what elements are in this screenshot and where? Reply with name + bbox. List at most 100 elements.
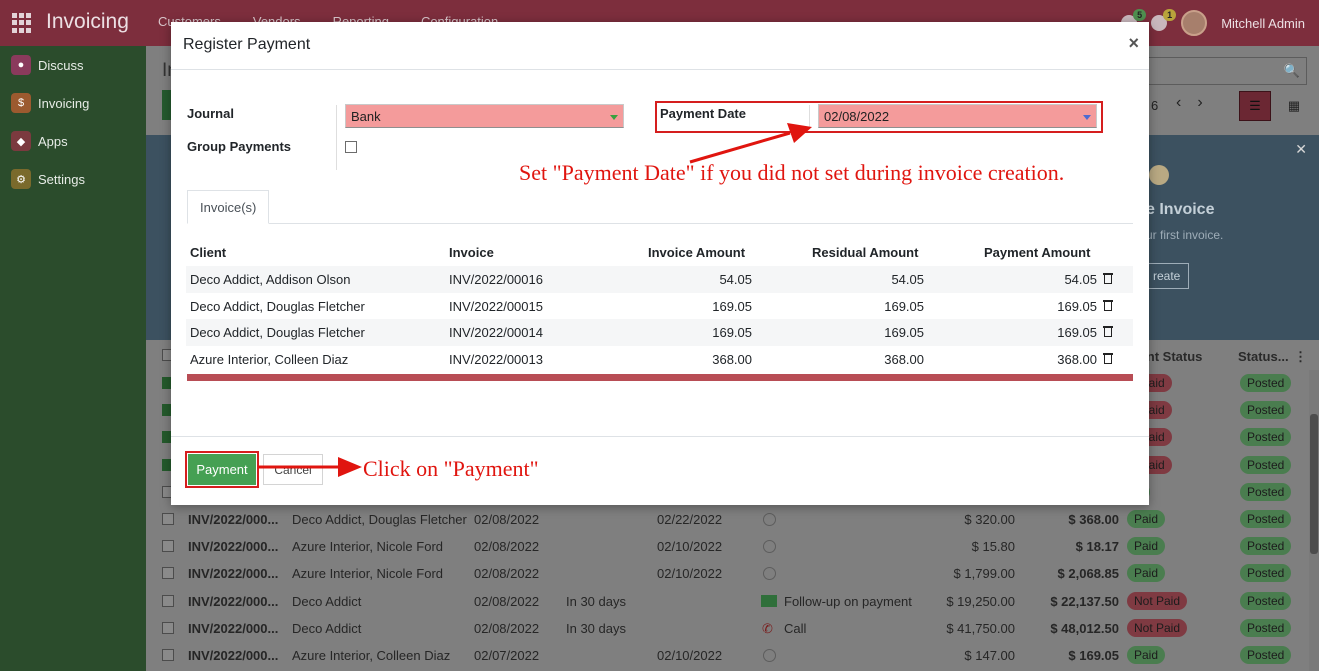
invoice-amount-cell: 169.05 bbox=[712, 325, 752, 341]
helper-create-button[interactable]: reate bbox=[1146, 263, 1189, 289]
column-invoice-amount[interactable]: Invoice Amount bbox=[648, 245, 745, 260]
payment-date-input[interactable]: 02/08/2022 bbox=[818, 104, 1097, 128]
trash-icon[interactable] bbox=[1103, 352, 1113, 365]
scrollbar-thumb[interactable] bbox=[1310, 414, 1318, 554]
total-amount: $ 48,012.50 bbox=[1050, 620, 1119, 636]
helper-subtitle: ur first invoice. bbox=[1146, 228, 1224, 242]
activities-icon[interactable]: 1 bbox=[1151, 9, 1177, 31]
chat-icon: ● bbox=[11, 55, 31, 75]
avatar[interactable] bbox=[1181, 10, 1208, 36]
status-badge: Posted bbox=[1240, 374, 1292, 392]
total-amount: $ 22,137.50 bbox=[1050, 593, 1119, 609]
clock-icon[interactable] bbox=[763, 567, 776, 581]
table-row[interactable]: Azure Interior, Colleen Diaz INV/2022/000… bbox=[186, 346, 1133, 373]
payment-status-badge: Not Paid bbox=[1127, 618, 1188, 637]
table-row[interactable]: INV/2022/000... Azure Interior, Nicole Fo… bbox=[146, 533, 1319, 560]
table-row[interactable]: Deco Addict, Addison Olson INV/2022/00016… bbox=[186, 266, 1133, 293]
payment-amount-cell[interactable]: 169.05 bbox=[1057, 299, 1097, 314]
column-status[interactable]: Status... bbox=[1238, 349, 1289, 364]
sidebar-item-apps[interactable]: ◆ Apps bbox=[0, 122, 146, 160]
column-client[interactable]: Client bbox=[190, 245, 226, 260]
status-badge: Posted bbox=[1240, 646, 1292, 664]
chevron-right-icon[interactable]: › bbox=[1197, 94, 1202, 112]
clock-icon[interactable] bbox=[763, 540, 776, 554]
journal-value: Bank bbox=[351, 109, 381, 124]
table-row[interactable]: INV/2022/000... Azure Interior, Colleen D… bbox=[146, 642, 1319, 669]
sidebar-item-discuss[interactable]: ● Discuss bbox=[0, 46, 146, 84]
total-amount: $ 2,068.85 bbox=[1057, 566, 1119, 582]
payment-annotation: Click on "Payment" bbox=[363, 456, 539, 481]
table-row[interactable]: Deco Addict, Douglas Fletcher INV/2022/00… bbox=[186, 293, 1133, 320]
row-checkbox[interactable] bbox=[162, 594, 174, 607]
invoice-number: INV/2022/000... bbox=[188, 593, 279, 609]
column-residual-amount[interactable]: Residual Amount bbox=[812, 245, 918, 260]
scrollbar[interactable] bbox=[1309, 370, 1319, 671]
invoice-number: INV/2022/000... bbox=[188, 566, 279, 582]
activity: Follow-up on payment bbox=[784, 593, 912, 609]
table-row[interactable]: INV/2022/000... Deco Addict 02/08/2022 In 3… bbox=[146, 588, 1319, 615]
cancel-button[interactable]: Cancel bbox=[263, 454, 323, 485]
trash-icon[interactable] bbox=[1103, 299, 1113, 311]
helper-title: e Invoice bbox=[1146, 201, 1215, 218]
client-cell: Deco Addict, Addison Olson bbox=[190, 272, 351, 287]
close-icon[interactable]: × bbox=[1128, 33, 1139, 54]
tab-invoices[interactable]: Invoice(s) bbox=[187, 190, 269, 224]
payment-date-value: 02/08/2022 bbox=[824, 109, 890, 124]
due-date: 02/10/2022 bbox=[657, 539, 723, 555]
row-checkbox[interactable] bbox=[162, 649, 174, 661]
invoice-date: 02/08/2022 bbox=[474, 593, 540, 609]
close-icon[interactable]: ✕ bbox=[1295, 141, 1307, 158]
payment-amount-cell[interactable]: 54.05 bbox=[1064, 272, 1097, 287]
clock-icon[interactable] bbox=[763, 649, 776, 662]
column-payment-amount[interactable]: Payment Amount bbox=[984, 245, 1090, 260]
sidebar: ● Discuss $ Invoicing ◆ Apps ⚙ Settings bbox=[0, 46, 146, 671]
invoice-cell: INV/2022/00015 bbox=[449, 298, 543, 314]
user-name[interactable]: Mitchell Admin bbox=[1221, 16, 1305, 31]
customer: Deco Addict bbox=[292, 593, 362, 609]
table-row[interactable]: INV/2022/000... Azure Interior, Nicole Fo… bbox=[146, 560, 1319, 587]
journal-select[interactable]: Bank bbox=[345, 104, 624, 128]
total-amount: $ 18.17 bbox=[1075, 539, 1119, 555]
register-payment-dialog: Register Payment × Journal Group Payment… bbox=[171, 22, 1149, 505]
status-badge: Posted bbox=[1240, 482, 1292, 501]
search-icon[interactable]: 🔍 bbox=[1284, 63, 1300, 79]
pager-value[interactable]: 6 bbox=[1151, 98, 1158, 113]
group-payments-checkbox[interactable] bbox=[345, 141, 357, 153]
chevron-down-icon bbox=[1083, 115, 1091, 120]
payment-amount-cell[interactable]: 169.05 bbox=[1057, 325, 1097, 340]
list-view-button[interactable]: ☰ bbox=[1239, 91, 1271, 121]
payment-status-badge: Paid bbox=[1127, 646, 1166, 664]
table-row[interactable]: Deco Addict, Douglas Fletcher INV/2022/00… bbox=[186, 319, 1133, 347]
client-cell: Deco Addict, Douglas Fletcher bbox=[190, 325, 365, 341]
field-divider bbox=[809, 105, 810, 129]
chevron-left-icon[interactable]: ‹ bbox=[1176, 94, 1181, 112]
app-brand[interactable]: Invoicing bbox=[46, 10, 129, 34]
table-row[interactable]: INV/2022/000... Deco Addict 02/08/2022 In 3… bbox=[146, 615, 1319, 642]
status-badge: Posted bbox=[1240, 455, 1292, 474]
clock-icon[interactable] bbox=[763, 513, 776, 526]
phone-icon[interactable]: ✆ bbox=[762, 621, 773, 637]
row-checkbox[interactable] bbox=[162, 567, 174, 580]
kanban-view-button[interactable]: ▦ bbox=[1279, 91, 1309, 121]
row-checkbox[interactable] bbox=[162, 621, 174, 634]
payment-amount-cell[interactable]: 368.00 bbox=[1057, 352, 1097, 367]
dialog-footer: Payment Cancel bbox=[171, 436, 1149, 505]
row-checkbox[interactable] bbox=[162, 513, 174, 525]
row-checkbox[interactable] bbox=[162, 540, 174, 553]
column-options-icon[interactable]: ⋮ bbox=[1294, 349, 1307, 365]
table-row[interactable]: INV/2022/000... Deco Addict, Douglas Flet… bbox=[146, 506, 1319, 533]
trash-icon[interactable] bbox=[1103, 272, 1113, 284]
trash-icon[interactable] bbox=[1103, 325, 1113, 338]
sidebar-item-settings[interactable]: ⚙ Settings bbox=[0, 160, 146, 198]
total-amount: $ 169.05 bbox=[1068, 648, 1119, 663]
due-date: 02/22/2022 bbox=[657, 512, 723, 527]
invoice-date: 02/08/2022 bbox=[474, 620, 540, 636]
activity-email-icon[interactable] bbox=[761, 594, 777, 607]
app-menu-icon[interactable] bbox=[12, 13, 32, 33]
sidebar-item-label: Settings bbox=[38, 171, 85, 187]
sidebar-item-invoicing[interactable]: $ Invoicing bbox=[0, 84, 146, 122]
column-invoice[interactable]: Invoice bbox=[449, 245, 494, 260]
status-badge: Posted bbox=[1240, 564, 1292, 583]
search-input[interactable]: 🔍 bbox=[1131, 57, 1307, 85]
payment-status-badge: Paid bbox=[1127, 510, 1166, 528]
